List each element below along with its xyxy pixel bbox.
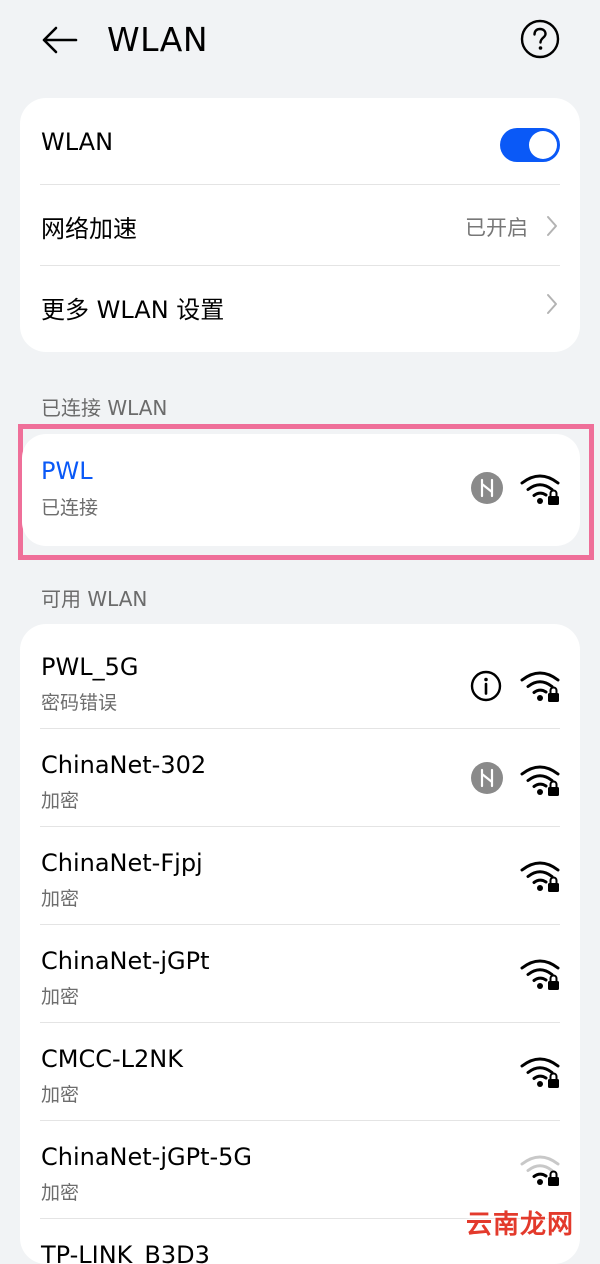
huawei-share-icon — [471, 762, 503, 794]
huawei-share-icon — [471, 472, 503, 504]
network-acceleration-row[interactable]: 网络加速 已开启 — [20, 185, 580, 265]
network-ssid: ChinaNet-jGPt-5G — [41, 1143, 253, 1171]
more-wlan-settings-row[interactable]: 更多 WLAN 设置 — [20, 266, 580, 352]
network-status: 加密 — [41, 1182, 80, 1204]
network-acceleration-label: 网络加速 — [41, 215, 137, 243]
divider — [40, 728, 560, 729]
info-icon[interactable] — [470, 670, 502, 702]
switch-knob — [529, 131, 557, 159]
wifi-weak-locked-icon — [520, 1155, 560, 1186]
wlan-switch[interactable] — [500, 128, 560, 162]
more-wlan-settings-label: 更多 WLAN 设置 — [41, 296, 225, 324]
network-ssid: TP-LINK_B3D3 — [41, 1241, 210, 1264]
network-status: 加密 — [41, 790, 80, 812]
wlan-toggle-row[interactable]: WLAN — [20, 98, 580, 184]
network-item-pwl-5g[interactable]: PWL_5G 密码错误 — [20, 630, 580, 728]
divider — [40, 1022, 560, 1023]
network-item-chinanet-302[interactable]: ChinaNet-302 加密 — [20, 728, 580, 826]
wifi-locked-icon — [520, 959, 560, 990]
connected-section-title: 已连接 WLAN — [41, 396, 168, 420]
divider — [40, 1120, 560, 1121]
wifi-locked-icon — [520, 765, 560, 796]
divider — [40, 924, 560, 925]
available-section-title: 可用 WLAN — [41, 587, 148, 611]
help-icon[interactable] — [519, 18, 561, 60]
network-ssid: CMCC-L2NK — [41, 1045, 183, 1073]
wlan-settings-card: WLAN 网络加速 已开启 更多 WLAN 设置 — [20, 98, 580, 352]
watermark-logo: 云南龙网 — [466, 1210, 575, 1240]
connected-status: 已连接 — [41, 497, 99, 519]
wifi-locked-icon — [520, 474, 560, 505]
network-acceleration-value: 已开启 — [465, 216, 528, 240]
network-ssid: ChinaNet-jGPt — [41, 947, 210, 975]
network-item-chinanet-jgpt[interactable]: ChinaNet-jGPt 加密 — [20, 924, 580, 1022]
network-ssid: PWL_5G — [41, 653, 139, 681]
network-status: 加密 — [41, 1084, 80, 1106]
wlan-toggle-label: WLAN — [41, 128, 114, 156]
wifi-locked-icon — [520, 861, 560, 892]
available-networks-card: PWL_5G 密码错误 ChinaNet-302 加密 ChinaNet-Fjp… — [20, 624, 580, 1264]
network-status: 加密 — [41, 986, 80, 1008]
wifi-locked-icon — [520, 1057, 560, 1088]
connected-network-item[interactable]: PWL 已连接 — [22, 434, 580, 546]
network-status: 密码错误 — [41, 692, 118, 714]
wifi-locked-icon — [520, 671, 560, 702]
header: WLAN — [0, 0, 600, 84]
network-status: 加密 — [41, 888, 80, 910]
network-item-cmcc-l2nk[interactable]: CMCC-L2NK 加密 — [20, 1022, 580, 1120]
connected-ssid: PWL — [41, 457, 93, 485]
page-title: WLAN — [107, 20, 209, 59]
back-arrow-icon[interactable] — [36, 18, 80, 62]
chevron-right-icon — [547, 216, 557, 236]
divider — [40, 826, 560, 827]
network-ssid: ChinaNet-Fjpj — [41, 849, 203, 877]
network-ssid: ChinaNet-302 — [41, 751, 207, 779]
chevron-right-icon — [547, 294, 557, 314]
network-item-chinanet-fjpj[interactable]: ChinaNet-Fjpj 加密 — [20, 826, 580, 924]
